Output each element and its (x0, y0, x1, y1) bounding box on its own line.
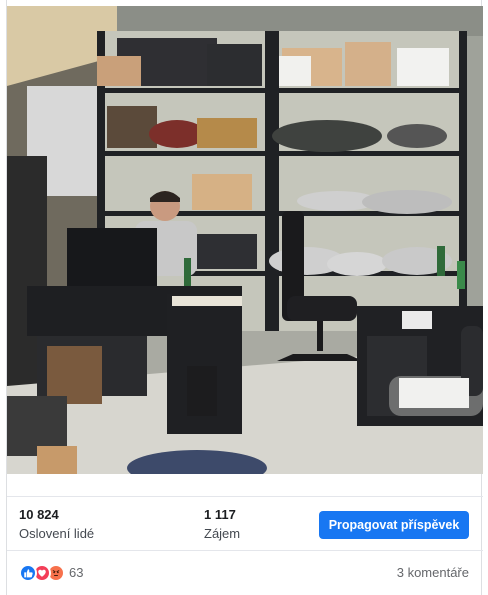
comments-count-link[interactable]: 3 komentáře (397, 564, 469, 582)
post-card: 10 824 Oslovení lidé 1 117 Zájem Propago… (6, 0, 483, 595)
engagement-label: Zájem (204, 526, 241, 541)
people-reached-stat[interactable]: 10 824 Oslovení lidé (19, 507, 94, 543)
boost-post-button[interactable]: Propagovat příspěvek (319, 511, 469, 539)
people-reached-value: 10 824 (19, 507, 59, 522)
people-reached-label: Oslovení lidé (19, 526, 95, 541)
post-insights: 10 824 Oslovení lidé 1 117 Zájem Propago… (7, 496, 483, 550)
post-footer: 63 3 komentáře (7, 550, 483, 595)
engagement-value: 1 117 (204, 507, 236, 522)
office-photo-illustration (7, 6, 483, 474)
engagement-stat[interactable]: 1 117 Zájem (204, 507, 240, 543)
reaction-count: 63 (69, 565, 84, 580)
post-photo[interactable] (7, 6, 483, 474)
reactions-summary[interactable]: 63 (19, 563, 83, 583)
like-icon (19, 564, 37, 582)
